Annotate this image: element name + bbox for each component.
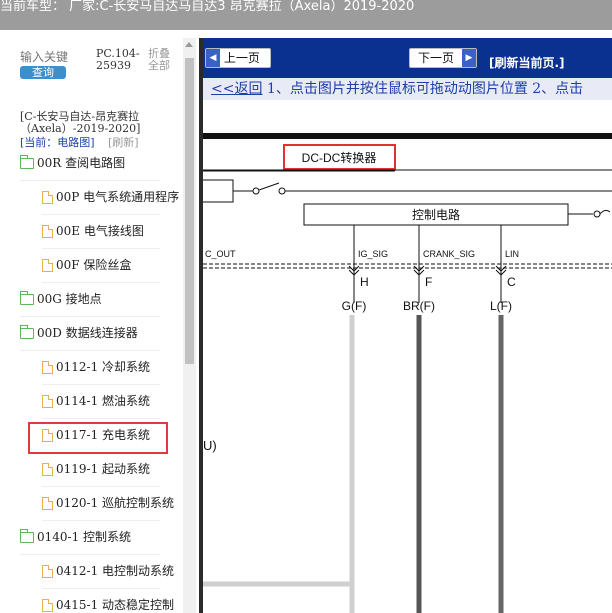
side-label: U) (203, 438, 217, 453)
arrow-left-icon: ◀ (206, 49, 220, 67)
refresh-page-link[interactable]: [刷新当前页.] (489, 54, 565, 71)
folder-icon (20, 529, 34, 543)
file-icon (42, 361, 53, 374)
control-contact (593, 210, 601, 218)
folder-icon (20, 291, 34, 305)
tree-item-6[interactable]: 0112-1 冷却系统 (42, 350, 160, 385)
pin-signal-cout: C_OUT (205, 249, 236, 259)
tree-item-label: 0412-1 电控制动系统 (56, 564, 175, 578)
folder-icon (20, 325, 34, 339)
tree-item-11[interactable]: 0140-1 控制系统 (20, 520, 160, 555)
tree-item-3[interactable]: 00F 保险丝盒 (42, 248, 160, 283)
tree-item-label: 0415-1 动态稳定控制 (56, 598, 175, 612)
tree-item-2[interactable]: 00E 电气接线图 (42, 214, 160, 249)
tree-item-label: 0119-1 起动系统 (56, 462, 151, 476)
next-page-button[interactable]: 下一页 ▶ (409, 48, 477, 68)
tree-item-13[interactable]: 0415-1 动态稳定控制 (42, 588, 174, 613)
tree-item-label: 00E 电气接线图 (56, 224, 144, 238)
car-title: [C-长安马自达-昂克赛拉（Axela）-2019-2020] (20, 110, 141, 135)
search-button[interactable]: 查询 (20, 66, 66, 79)
tree-item-label: 0120-1 巡航控制系统 (56, 496, 175, 510)
folder-icon (20, 155, 34, 169)
file-icon (42, 259, 53, 272)
prev-page-label: 上一页 (223, 51, 260, 65)
wire-label-g: G(F) (342, 299, 367, 313)
tree-item-9[interactable]: 0119-1 起动系统 (42, 452, 160, 487)
vehicle-title: 当前车型： 厂家:C-长安马自达马自达3 昂克赛拉（Axela）2019-202… (0, 0, 415, 14)
sidebar: 查询 PC.104-25939 折叠全部 [C-长安马自达-昂克赛拉（Axela… (0, 38, 199, 613)
tree-item-label: 00F 保险丝盒 (56, 258, 132, 272)
tree-item-4[interactable]: 00G 接地点 (20, 282, 160, 317)
tree-item-7[interactable]: 0114-1 燃油系统 (42, 384, 160, 419)
tree-item-0[interactable]: 00R 查阅电路图 (20, 146, 160, 181)
tree-item-10[interactable]: 0120-1 巡航控制系统 (42, 486, 174, 521)
pin-letter-h: H (360, 275, 369, 289)
top-bar: 当前车型： 厂家:C-长安马自达马自达3 昂克赛拉（Axela）2019-202… (0, 0, 612, 30)
tree-item-12[interactable]: 0412-1 电控制动系统 (42, 554, 174, 589)
pin-letter-c: C (507, 275, 516, 289)
collapse-all-button[interactable]: 折叠全部 (148, 48, 174, 72)
tree-item-1[interactable]: 00P 电气系统通用程序 (42, 180, 179, 215)
main-pane: ◀ 上一页 下一页 ▶ [刷新当前页.] <<返回 1、点击图片并按住鼠标可拖动… (203, 38, 612, 613)
header-spacer (0, 30, 612, 38)
scrollbar-thumb[interactable] (185, 58, 194, 364)
tree-item-5[interactable]: 00D 数据线连接器 (20, 316, 160, 351)
instruction-bar: <<返回 1、点击图片并按住鼠标可拖动动图片位置 2、点击 (203, 78, 612, 100)
file-icon (42, 225, 53, 238)
converter-label: DC-DC转换器 (302, 150, 377, 165)
tree-item-label: 00R 查阅电路图 (37, 156, 126, 170)
file-icon (42, 599, 53, 612)
switch-arm (258, 182, 280, 191)
pc-code: PC.104-25939 (96, 47, 140, 72)
instruction-text: 1、点击图片并按住鼠标可拖动动图片位置 2、点击 (266, 81, 584, 97)
diagram-top-bar (203, 133, 612, 139)
file-icon (42, 395, 53, 408)
wiring-diagram[interactable]: DC-DC转换器 控制电路 C_OUT IG_SIG CRANK_SIG LIN (203, 100, 612, 613)
pin-signal-crank: CRANK_SIG (423, 249, 475, 259)
control-circuit-label: 控制电路 (412, 207, 460, 222)
arrow-right-icon: ▶ (462, 49, 476, 67)
tree-item-label: 00G 接地点 (37, 292, 102, 306)
selected-item-highlight (28, 422, 168, 454)
wire-label-br: BR(F) (403, 299, 435, 313)
prev-page-button[interactable]: ◀ 上一页 (205, 48, 271, 68)
left-component (203, 179, 234, 203)
next-page-label: 下一页 (418, 51, 455, 65)
control-coil (599, 209, 611, 215)
file-icon (42, 497, 53, 510)
search-input[interactable] (20, 50, 80, 64)
tree-item-label: 0112-1 冷却系统 (56, 360, 151, 374)
tree-item-label: 00P 电气系统通用程序 (56, 190, 180, 204)
wire-label-l: L(F) (490, 299, 512, 313)
file-icon (42, 565, 53, 578)
pin-signal-lin: LIN (505, 249, 519, 259)
pin-letter-f: F (425, 275, 432, 289)
pin-signal-ig: IG_SIG (358, 249, 388, 259)
tree-item-label: 0114-1 燃油系统 (56, 394, 151, 408)
nav-bar: ◀ 上一页 下一页 ▶ [刷新当前页.] (203, 38, 612, 78)
back-link[interactable]: <<返回 (211, 81, 262, 97)
scroll-up-arrow-icon[interactable] (185, 42, 193, 47)
sidebar-scrollbar[interactable] (183, 38, 196, 613)
file-icon (42, 191, 53, 204)
tree-item-label: 00D 数据线连接器 (37, 326, 138, 340)
file-icon (42, 463, 53, 476)
switch-contact (252, 187, 260, 195)
tree-item-label: 0140-1 控制系统 (37, 530, 132, 544)
switch-contact-2 (278, 187, 286, 195)
